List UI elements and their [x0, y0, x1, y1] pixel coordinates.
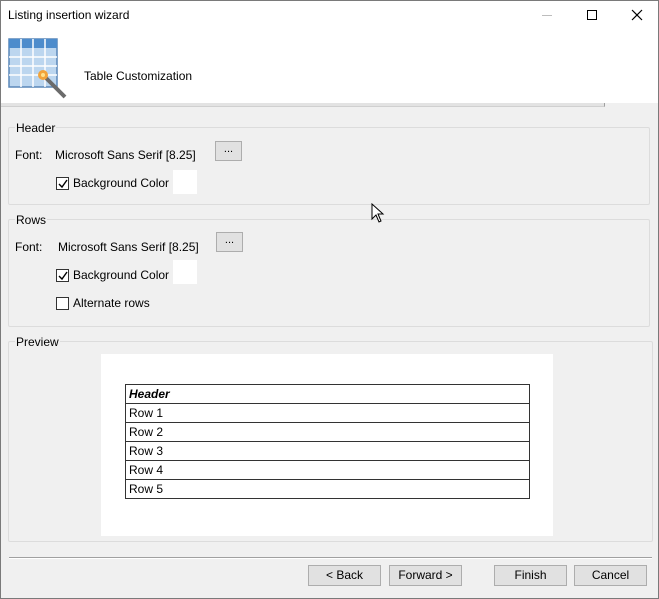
back-button[interactable]: < Back [308, 565, 381, 586]
table-wizard-icon [8, 38, 67, 99]
preview-row-cell: Row 4 [125, 460, 530, 480]
minimize-icon [542, 14, 552, 16]
alternate-rows-checkbox[interactable] [56, 297, 69, 310]
step-title: Table Customization [84, 69, 193, 83]
table-row: Row 1 [125, 403, 530, 423]
maximize-button[interactable] [569, 1, 615, 29]
preview-header-row: Header [125, 384, 530, 404]
header-background-label: Background Color [73, 176, 170, 190]
maximize-icon [587, 10, 597, 20]
header-group-label: Header [15, 121, 57, 135]
preview-table: Header Row 1 Row 2 Row 3 Row 4 Row 5 [125, 384, 530, 499]
rows-font-label: Font: [15, 240, 43, 254]
rows-group-label: Rows [15, 213, 48, 227]
mouse-cursor-icon [371, 203, 385, 223]
header-separator [1, 103, 605, 107]
header-background-checkbox[interactable] [56, 177, 69, 190]
table-row: Row 5 [125, 479, 530, 499]
finish-button[interactable]: Finish [494, 565, 567, 586]
preview-header-cell: Header [125, 384, 530, 404]
preview-group-label: Preview [15, 335, 60, 349]
cancel-button[interactable]: Cancel [574, 565, 647, 586]
table-row: Row 2 [125, 422, 530, 442]
footer-separator [9, 557, 652, 559]
table-row: Row 4 [125, 460, 530, 480]
header-font-label: Font: [15, 148, 43, 162]
rows-font-browse-button[interactable]: ... [216, 232, 243, 252]
rows-background-label: Background Color [73, 268, 170, 282]
preview-canvas: Header Row 1 Row 2 Row 3 Row 4 Row 5 [101, 354, 553, 536]
title-bar: Listing insertion wizard [1, 1, 658, 29]
window-title: Listing insertion wizard [8, 8, 130, 22]
forward-button[interactable]: Forward > [389, 565, 462, 586]
alternate-rows-label: Alternate rows [73, 296, 150, 310]
preview-row-cell: Row 1 [125, 403, 530, 423]
rows-font-value: Microsoft Sans Serif [8.25] [58, 240, 199, 254]
table-row: Row 3 [125, 441, 530, 461]
preview-row-cell: Row 2 [125, 422, 530, 442]
close-button[interactable] [614, 1, 659, 29]
checkmark-icon [58, 271, 68, 281]
checkmark-icon [58, 179, 68, 189]
preview-row-cell: Row 5 [125, 479, 530, 499]
wizard-header: Table Customization [1, 29, 658, 103]
rows-background-color-swatch[interactable] [173, 260, 197, 284]
close-icon [631, 9, 643, 21]
header-font-browse-button[interactable]: ... [215, 141, 242, 161]
preview-row-cell: Row 3 [125, 441, 530, 461]
header-background-color-swatch[interactable] [173, 170, 197, 194]
rows-background-checkbox[interactable] [56, 269, 69, 282]
minimize-button[interactable] [524, 1, 570, 29]
header-font-value: Microsoft Sans Serif [8.25] [55, 148, 196, 162]
header-groupbox [8, 127, 650, 205]
wizard-window: Listing insertion wizard Table Customiza… [0, 0, 659, 599]
